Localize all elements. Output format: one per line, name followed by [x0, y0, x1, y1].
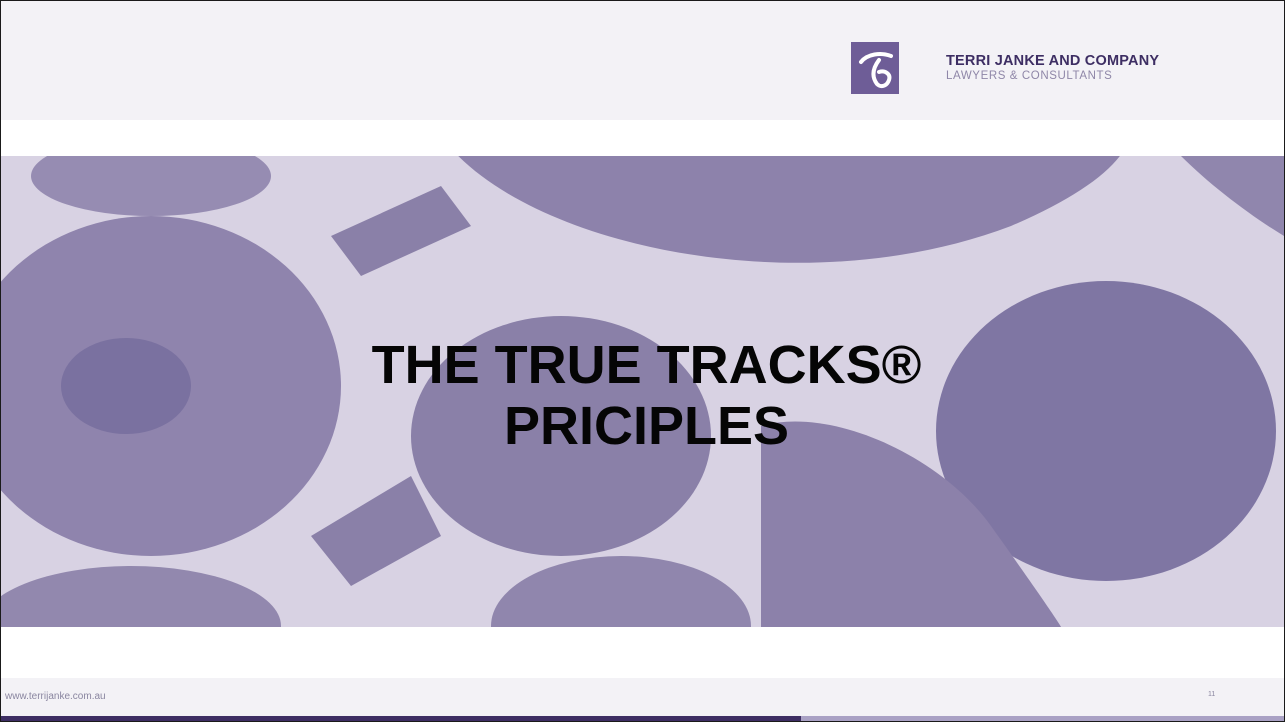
footer-url: www.terrijanke.com.au: [5, 691, 106, 702]
bottom-bar-dark: [1, 716, 801, 721]
slide-title: THE TRUE TRACKS® PRICIPLES: [1, 156, 1284, 627]
footer-band: [1, 678, 1284, 716]
bottom-bar-light: [801, 716, 1284, 721]
title-line-1: THE TRUE TRACKS®: [371, 335, 922, 396]
page-number: 11: [1208, 691, 1216, 698]
title-line-2: PRICIPLES: [503, 395, 790, 456]
header-band: TERRI JANKE AND COMPANY LAWYERS & CONSUL…: [1, 1, 1284, 120]
company-name: TERRI JANKE AND COMPANY: [946, 53, 1160, 69]
company-logo-icon: [851, 42, 899, 94]
slide: TERRI JANKE AND COMPANY LAWYERS & CONSUL…: [0, 0, 1285, 722]
company-tagline: LAWYERS & CONSULTANTS: [946, 70, 1113, 82]
